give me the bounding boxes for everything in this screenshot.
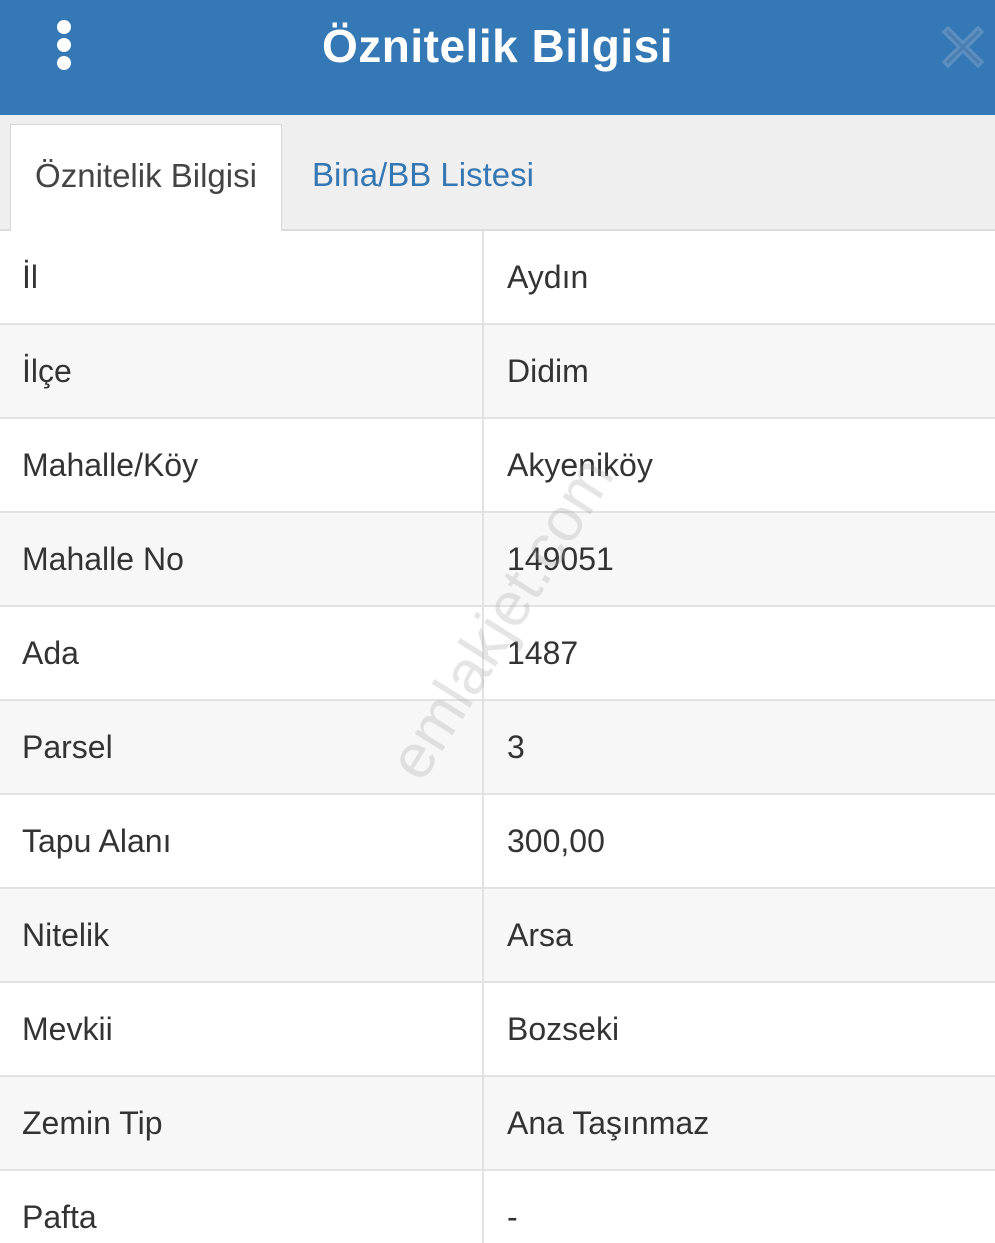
attribute-label: Pafta [22,1199,97,1235]
attribute-label: İlçe [22,353,72,389]
column-divider [482,325,484,417]
column-divider [482,983,484,1075]
attribute-label: Tapu Alanı [22,823,172,859]
tab-bar: Öznitelik Bilgisi Bina/BB Listesi [0,115,995,233]
column-divider [482,1077,484,1169]
table-row: Pafta - [0,1171,995,1243]
attribute-label: Mahalle/Köy [22,447,199,483]
attribute-label: Mevkii [22,1011,113,1047]
attribute-value: Arsa [507,917,573,953]
attribute-label: Nitelik [22,917,110,953]
close-button[interactable] [941,25,985,69]
page-title: Öznitelik Bilgisi [321,20,673,72]
attribute-value: Ana Taşınmaz [507,1105,710,1141]
attribute-label: Parsel [22,729,113,765]
attribute-table: İl Aydın İlçe Didim Mahalle/Köy Akyenikö… [0,231,995,1243]
attribute-label: Ada [22,635,79,671]
column-divider [482,513,484,605]
attribute-value: - [507,1199,518,1235]
table-row: Mevkii Bozseki [0,983,995,1077]
attribute-value: 3 [507,729,525,765]
column-divider [482,231,484,323]
table-row: Zemin Tip Ana Taşınmaz [0,1077,995,1171]
attribute-label: Zemin Tip [22,1105,163,1141]
table-row: Mahalle/Köy Akyeniköy [0,419,995,513]
table-row: İlçe Didim [0,325,995,419]
column-divider [482,795,484,887]
attribute-info-panel: Öznitelik Bilgisi Öznitelik Bilgisi Bina… [0,0,995,1243]
column-divider [482,701,484,793]
table-row: Ada 1487 [0,607,995,701]
attribute-value: 1487 [507,635,579,671]
attribute-value: Akyeniköy [507,447,653,483]
table-row: Nitelik Arsa [0,889,995,983]
attribute-value: Aydın [507,259,589,295]
close-icon [941,25,985,69]
header-bar: Öznitelik Bilgisi [0,0,995,115]
tab-building-list[interactable]: Bina/BB Listesi [312,124,534,229]
attribute-value: Didim [507,353,589,389]
column-divider [482,1171,484,1243]
column-divider [482,889,484,981]
column-divider [482,607,484,699]
attribute-value: Bozseki [507,1011,620,1047]
table-row: Parsel 3 [0,701,995,795]
attribute-value: 149051 [507,541,614,577]
attribute-value: 300,00 [507,823,605,859]
table-row: Mahalle No 149051 [0,513,995,607]
tab-attribute-info[interactable]: Öznitelik Bilgisi [10,124,282,233]
column-divider [482,419,484,511]
attribute-label: İl [22,259,38,295]
table-row: Tapu Alanı 300,00 [0,795,995,889]
table-row: İl Aydın [0,231,995,325]
attribute-label: Mahalle No [22,541,184,577]
